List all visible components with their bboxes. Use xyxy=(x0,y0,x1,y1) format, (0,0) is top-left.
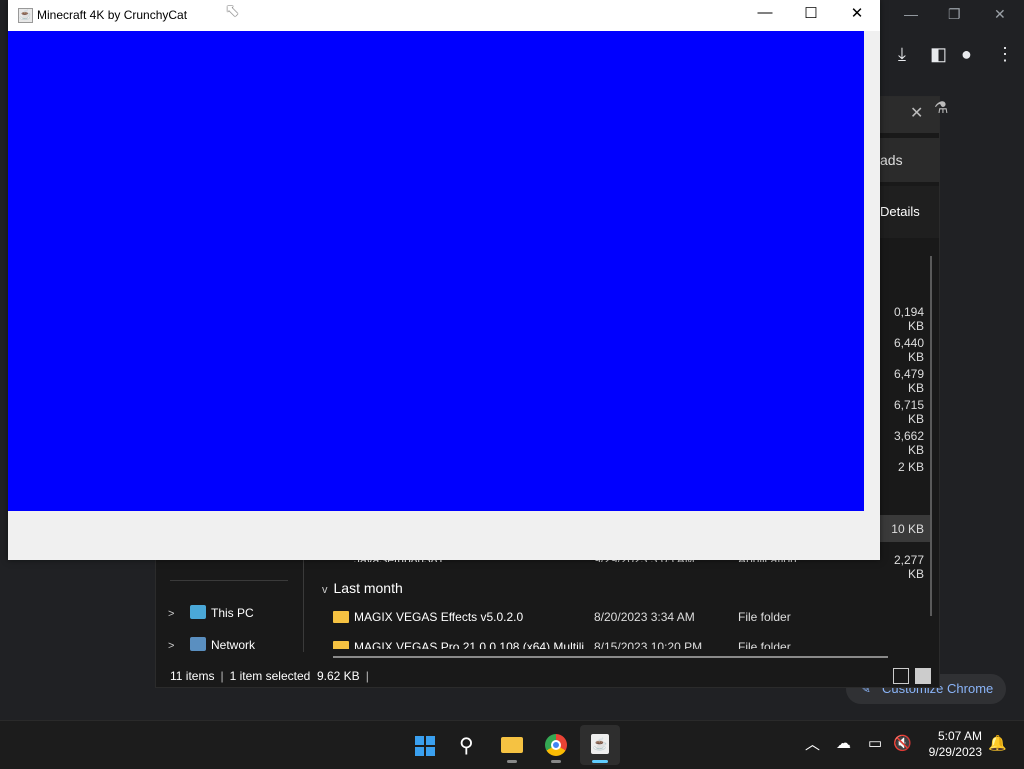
chevron-down-icon[interactable]: v xyxy=(322,584,328,596)
file-type: File folder xyxy=(738,610,791,624)
labs-icon[interactable]: ⚗ xyxy=(934,98,948,118)
item-count: 11 items xyxy=(170,669,215,683)
file-size: 2,277 KB xyxy=(893,553,924,581)
volume-muted-icon[interactable]: 🔇 xyxy=(893,734,912,752)
file-size: 0,194 KB xyxy=(893,305,924,333)
search-button[interactable]: ⚲ xyxy=(448,725,488,765)
nav-separator xyxy=(170,580,288,581)
group-title: Last month xyxy=(333,580,403,596)
chrome-icon xyxy=(545,734,567,756)
network-icon xyxy=(190,637,206,651)
download-icon[interactable]: ⤓ xyxy=(898,44,906,65)
sidebar-item-label: This PC xyxy=(211,606,254,620)
horizontal-scrollbar[interactable] xyxy=(333,656,888,658)
chrome-restore-icon[interactable]: ❐ xyxy=(948,6,961,23)
maximize-icon[interactable]: ☐ xyxy=(796,4,826,22)
file-size: 10 KB xyxy=(891,522,924,536)
explorer-address-bar[interactable]: ads xyxy=(880,138,939,182)
file-size: 2 KB xyxy=(897,460,924,474)
mouse-cursor-icon: ⬉ xyxy=(225,1,240,20)
address-text: ads xyxy=(880,152,903,168)
selection-count: 1 item selected xyxy=(229,669,311,683)
file-size: 6,479 KB xyxy=(893,367,924,395)
taskbar-chrome[interactable] xyxy=(536,725,576,765)
profile-icon[interactable]: ● xyxy=(961,44,972,65)
taskbar-clock[interactable]: 5:07 AM 9/29/2023 xyxy=(916,728,982,760)
side-panel-icon[interactable]: ◧ xyxy=(930,44,947,65)
start-icon xyxy=(415,736,435,756)
vertical-scrollbar[interactable] xyxy=(930,256,932,616)
game-canvas[interactable] xyxy=(8,31,864,511)
pane-divider[interactable] xyxy=(303,560,304,652)
file-name: MAGIX VEGAS Pro 21.0.0.108 (x64) Multili xyxy=(354,640,585,649)
chrome-caption-buttons: — ❐ ✕ xyxy=(880,0,1024,30)
clock-date: 9/29/2023 xyxy=(928,745,982,759)
onedrive-icon[interactable]: ☁ xyxy=(836,734,851,752)
taskbar-java[interactable]: ☕ xyxy=(580,725,620,765)
folder-icon xyxy=(333,611,349,623)
sidebar-item-network[interactable]: > Network xyxy=(168,637,298,659)
chrome-toolbar: ⤓ ◧ ● ⋮ xyxy=(880,40,1024,72)
sidebar-item-label: Network xyxy=(211,638,256,652)
group-header[interactable]: v Last month xyxy=(322,580,403,596)
selection-size: 9.62 KB xyxy=(316,669,360,683)
details-view-icon[interactable] xyxy=(893,668,909,684)
status-bar: 11 items | 1 item selected 9.62 KB | xyxy=(170,669,369,683)
chrome-close-icon[interactable]: ✕ xyxy=(994,6,1006,23)
file-date: 8/15/2023 10:20 PM xyxy=(594,640,703,649)
chevron-right-icon[interactable]: > xyxy=(168,640,174,652)
chevron-up-icon[interactable]: ︿ xyxy=(805,733,820,754)
notification-bell-icon[interactable]: 🔔 xyxy=(988,734,1007,752)
start-button[interactable] xyxy=(404,725,444,765)
explorer-tab-bar: ✕ xyxy=(880,97,939,133)
list-item[interactable]: MAGIX VEGAS Effects v5.0.2.0 8/20/2023 3… xyxy=(333,610,885,632)
file-size: 6,715 KB xyxy=(893,398,924,426)
file-size: 6,440 KB xyxy=(893,336,924,364)
chrome-minimize-icon[interactable]: — xyxy=(904,6,918,22)
this-pc-icon xyxy=(190,605,206,619)
tiles-view-icon[interactable] xyxy=(915,668,931,684)
taskbar-file-explorer[interactable] xyxy=(492,725,532,765)
network-status-icon[interactable]: ▭ xyxy=(868,734,882,752)
minecraft-window: ☕ Minecraft 4K by CrunchyCat — ☐ ✕ xyxy=(8,0,880,560)
folder-icon xyxy=(333,641,349,649)
details-button[interactable]: Details xyxy=(880,204,920,219)
view-toggle xyxy=(893,668,935,686)
taskbar: ⚲ ☕ ︿ ☁ ▭ 🔇 🔔 5:07 AM 9/29/2023 xyxy=(0,720,1024,769)
explorer-command-bar: Details xyxy=(880,186,939,238)
file-date: 8/20/2023 3:34 AM xyxy=(594,610,695,624)
close-tab-icon[interactable]: ✕ xyxy=(910,103,923,123)
minimize-icon[interactable]: — xyxy=(750,4,780,21)
list-item[interactable]: MAGIX VEGAS Pro 21.0.0.108 (x64) Multili… xyxy=(333,640,885,649)
java-icon: ☕ xyxy=(18,8,33,23)
java-icon: ☕ xyxy=(591,734,609,754)
chevron-right-icon[interactable]: > xyxy=(168,608,174,620)
title-bar[interactable]: ☕ Minecraft 4K by CrunchyCat — ☐ ✕ xyxy=(8,0,880,31)
sidebar-item-this-pc[interactable]: > This PC xyxy=(168,605,298,627)
search-icon: ⚲ xyxy=(459,735,474,757)
file-size: 3,662 KB xyxy=(893,429,924,457)
window-title: Minecraft 4K by CrunchyCat xyxy=(37,8,188,22)
file-name: MAGIX VEGAS Effects v5.0.2.0 xyxy=(354,610,524,624)
chrome-menu-icon[interactable]: ⋮ xyxy=(996,44,1014,65)
clock-time: 5:07 AM xyxy=(937,729,982,743)
file-type: File folder xyxy=(738,640,791,649)
file-explorer-icon xyxy=(501,737,523,753)
close-icon[interactable]: ✕ xyxy=(842,4,872,22)
